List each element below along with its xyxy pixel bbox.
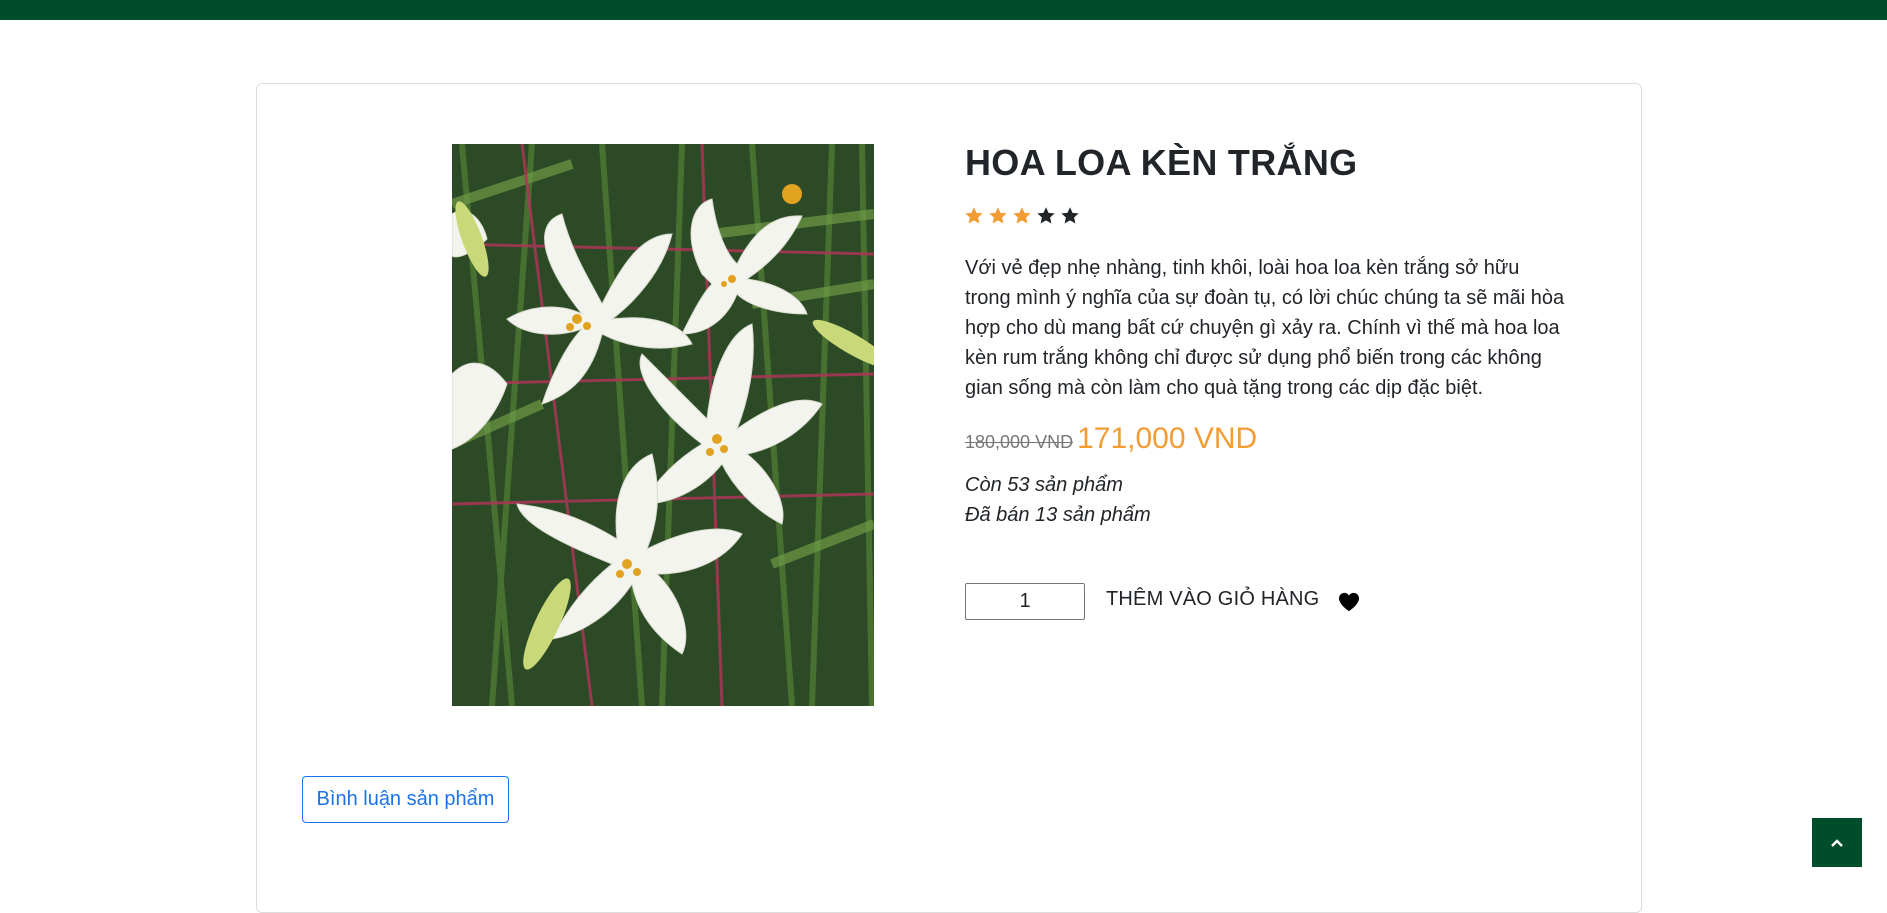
star-filled-icon [988,206,1008,226]
old-price: 180,000 VND [965,432,1074,452]
stock-info: Còn 53 sản phẩm Đã bán 13 sản phẩm [965,470,1151,530]
product-description: Với vẻ đẹp nhẹ nhàng, tinh khôi, loài ho… [965,257,1565,399]
stock-remaining: Còn 53 sản phẩm [965,474,1123,496]
back-to-top-button[interactable] [1812,818,1862,867]
quantity-input[interactable] [965,583,1085,620]
chevron-up-icon [1831,838,1843,847]
star-filled-icon [964,206,984,226]
rating-stars [964,206,1080,226]
star-empty-icon [1036,206,1056,226]
price-row: 180,000 VND 171,000 VND [965,422,1257,456]
add-to-cart-button[interactable]: THÊM VÀO GIỎ HÀNG [1106,588,1319,611]
heart-icon[interactable] [1338,592,1360,612]
sale-price: 171,000 VND [1077,422,1258,455]
star-filled-icon [1012,206,1032,226]
product-image [452,144,874,706]
top-bar [0,0,1887,20]
comment-button[interactable]: Bình luận sản phẩm [302,776,509,823]
star-empty-icon [1060,206,1080,226]
sold-count: Đã bán 13 sản phẩm [965,504,1151,526]
product-title: HOA LOA KÈN TRẮNG [965,142,1358,183]
